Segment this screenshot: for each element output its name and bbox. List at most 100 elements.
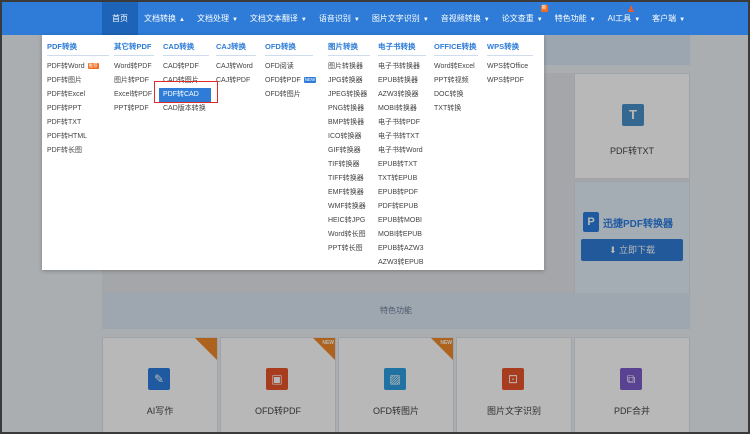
nav-label: 客户端	[652, 14, 677, 23]
menu-item[interactable]: 图片转换器	[328, 60, 370, 74]
menu-column-caj: CAJ转换 CAJ转Word CAJ转PDF	[216, 41, 256, 88]
column-heading: 图片转换	[328, 41, 370, 56]
chevron-down-icon: ▼	[589, 17, 596, 23]
menu-item[interactable]: TXT转EPUB	[378, 172, 426, 186]
menu-item[interactable]: JPG转换器	[328, 74, 370, 88]
menu-item[interactable]: CAJ转PDF	[216, 74, 256, 88]
nav-item-document-convert[interactable]: 文档转换 ▲	[138, 2, 191, 35]
menu-column-image: 图片转换 图片转换器 JPG转换器 JPEG转换器 PNG转换器 BMP转换器 …	[328, 41, 370, 256]
menu-item[interactable]: CAJ转Word	[216, 60, 256, 74]
menu-item[interactable]: PDF转PPT	[47, 102, 109, 116]
menu-item[interactable]: MOBI转EPUB	[378, 228, 426, 242]
menu-item[interactable]: EMF转换器	[328, 186, 370, 200]
menu-item[interactable]: PDF转图片	[47, 74, 109, 88]
menu-item[interactable]: DOC转换	[434, 88, 478, 102]
menu-item[interactable]: AZW3转EPUB	[378, 256, 426, 270]
nav-label: 论文查重	[501, 14, 534, 23]
menu-item[interactable]: Word转长图	[328, 228, 370, 242]
menu-item[interactable]: OFD转图片	[265, 88, 313, 102]
menu-item[interactable]: OFD阅读	[265, 60, 313, 74]
nav-label: 语音识别	[318, 14, 351, 23]
menu-item[interactable]: Word转Excel	[434, 60, 478, 74]
nav-item-ai-tools[interactable]: AI工具 ▼	[602, 2, 647, 35]
highlight-box	[154, 81, 218, 103]
top-nav-bar: 首页 文档转换 ▲ 文档处理 ▼ 文档文本翻译 ▼ 语音识别 ▼ 图片文字识别 ▼ 音视频…	[2, 2, 748, 35]
convert-dropdown-menu: PDF转换 PDF转Word 推荐 PDF转图片 PDF转Excel PDF转PP…	[42, 35, 544, 270]
chevron-down-icon: ▼	[634, 17, 641, 23]
menu-item[interactable]: CAD转PDF	[163, 60, 209, 74]
nav-item-document-process[interactable]: 文档处理 ▼	[191, 2, 244, 35]
nav-item-translate[interactable]: 文档文本翻译 ▼	[244, 2, 313, 35]
column-heading: 其它转PDF	[114, 41, 154, 56]
menu-item[interactable]: PDF转EPUB	[378, 200, 426, 214]
menu-item[interactable]: MOBI转换器	[378, 102, 426, 116]
menu-item[interactable]: EPUB转换器	[378, 74, 426, 88]
menu-item[interactable]: CAD版本转换	[163, 102, 209, 116]
chevron-down-icon: ▼	[679, 17, 686, 23]
new-badge: 新	[540, 5, 548, 12]
menu-item[interactable]: 电子书转换器	[378, 60, 426, 74]
menu-item[interactable]: WPS转Office	[487, 60, 533, 74]
menu-item[interactable]: 图片转PDF	[114, 74, 154, 88]
menu-item[interactable]: JPEG转换器	[328, 88, 370, 102]
menu-item[interactable]: HEIC转JPG	[328, 214, 370, 228]
nav-label: 首页	[112, 14, 128, 23]
menu-item[interactable]: PDF转长图	[47, 144, 109, 158]
nav-label: 文档文本翻译	[249, 14, 298, 23]
browser-frame: T PDF转TXT P 迅捷PDF转换器 ⬇ 立即下载 特色功能 ✎ AI写作 …	[0, 0, 750, 434]
menu-item[interactable]: Excel转PDF	[114, 88, 154, 102]
menu-column-office: OFFICE转换 Word转Excel PPT转视频 DOC转换 TXT转换	[434, 41, 478, 116]
menu-column-to-pdf: 其它转PDF Word转PDF 图片转PDF Excel转PDF PPT转PDF	[114, 41, 154, 116]
menu-item[interactable]: PDF转HTML	[47, 130, 109, 144]
new-badge: NEW	[303, 77, 317, 84]
menu-item[interactable]: TIFF转换器	[328, 172, 370, 186]
nav-label: 文档转换	[144, 14, 176, 23]
nav-item-home[interactable]: 首页	[102, 2, 138, 35]
chevron-down-icon: ▼	[422, 17, 429, 23]
menu-item[interactable]: EPUB转MOBI	[378, 214, 426, 228]
menu-item[interactable]: PPT转视频	[434, 74, 478, 88]
menu-item[interactable]: AZW3转换器	[378, 88, 426, 102]
menu-item[interactable]: 电子书转PDF	[378, 116, 426, 130]
menu-item[interactable]: PDF转Word 推荐	[47, 60, 109, 74]
menu-item[interactable]: EPUB转PDF	[378, 186, 426, 200]
chevron-up-icon: ▲	[179, 17, 185, 23]
menu-item[interactable]: GIF转换器	[328, 144, 370, 158]
menu-item[interactable]: TIF转换器	[328, 158, 370, 172]
chevron-down-icon: ▼	[231, 17, 238, 23]
nav-item-ocr[interactable]: 图片文字识别 ▼	[366, 2, 435, 35]
nav-label: 文档处理	[196, 14, 229, 23]
menu-item[interactable]: EPUB转TXT	[378, 158, 426, 172]
menu-column-wps: WPS转换 WPS转Office WPS转PDF	[487, 41, 533, 88]
column-heading: CAJ转换	[216, 41, 256, 56]
menu-item[interactable]: ICO转换器	[328, 130, 370, 144]
nav-label: AI工具	[607, 14, 632, 23]
menu-item[interactable]: PPT转PDF	[114, 102, 154, 116]
fire-icon	[628, 5, 635, 12]
column-heading: CAD转换	[163, 41, 209, 56]
menu-item[interactable]: EPUB转AZW3	[378, 242, 426, 256]
menu-item[interactable]: BMP转换器	[328, 116, 370, 130]
nav-item-client[interactable]: 客户端 ▼	[646, 2, 691, 35]
menu-column-cad: CAD转换 CAD转PDF CAD转图片 PDF转CAD CAD版本转换	[159, 41, 211, 116]
menu-item[interactable]: TXT转换	[434, 102, 478, 116]
menu-item[interactable]: PNG转换器	[328, 102, 370, 116]
menu-item[interactable]: PPT转长图	[328, 242, 370, 256]
menu-column-ebook: 电子书转换 电子书转换器 EPUB转换器 AZW3转换器 MOBI转换器 电子书…	[378, 41, 426, 270]
nav-item-features[interactable]: 新特色功能 ▼	[540, 2, 602, 35]
column-heading: OFD转换	[265, 41, 313, 56]
menu-item[interactable]: PDF转TXT	[47, 116, 109, 130]
menu-item[interactable]: PDF转Excel	[47, 88, 109, 102]
menu-item[interactable]: OFD转PDF NEW	[265, 74, 317, 88]
nav-item-av-convert[interactable]: 音视频转换 ▼	[435, 2, 496, 35]
column-heading: PDF转换	[47, 41, 109, 56]
menu-item[interactable]: 电子书转TXT	[378, 130, 426, 144]
menu-item[interactable]: Word转PDF	[114, 60, 154, 74]
menu-item[interactable]: 电子书转Word	[378, 144, 426, 158]
menu-item[interactable]: WPS转PDF	[487, 74, 533, 88]
nav-item-speech[interactable]: 语音识别 ▼	[313, 2, 366, 35]
menu-item[interactable]: WMF转换器	[328, 200, 370, 214]
column-heading: 电子书转换	[378, 41, 426, 56]
menu-column-pdf: PDF转换 PDF转Word 推荐 PDF转图片 PDF转Excel PDF转PP…	[47, 41, 109, 158]
menu-column-ofd: OFD转换 OFD阅读 OFD转PDF NEW OFD转图片	[265, 41, 317, 102]
